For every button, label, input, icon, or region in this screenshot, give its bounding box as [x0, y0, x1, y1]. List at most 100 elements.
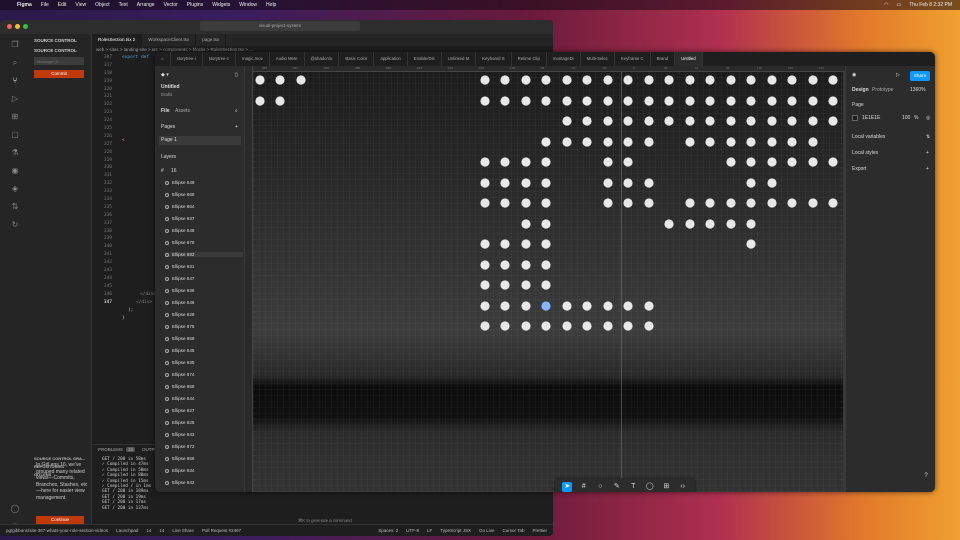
- ellipse[interactable]: [746, 219, 756, 229]
- ellipse[interactable]: [500, 75, 510, 85]
- remote-icon[interactable]: ▢: [10, 130, 20, 140]
- ellipse[interactable]: [623, 75, 633, 85]
- clock[interactable]: Thu Feb 8 2:32 PM: [909, 2, 952, 8]
- source-control-icon[interactable]: ⑂: [10, 76, 20, 86]
- layer-item[interactable]: Ellipse 643: [165, 432, 194, 437]
- ellipse[interactable]: [275, 96, 285, 106]
- canvas[interactable]: -384 -352 -320 -288 -256 -224 -192 -160 -128 -96-…: [245, 66, 845, 492]
- tab-page[interactable]: page.tsx: [196, 34, 227, 46]
- ellipse[interactable]: [541, 157, 551, 167]
- page-1[interactable]: Page 1: [159, 136, 241, 145]
- ellipse[interactable]: [500, 198, 510, 208]
- ellipse[interactable]: [787, 75, 797, 85]
- tab-design[interactable]: Design: [852, 87, 869, 93]
- status-cursor-tab[interactable]: Cursor Tab: [503, 528, 525, 533]
- ellipse[interactable]: [623, 116, 633, 126]
- status-go-live[interactable]: Go Live: [479, 528, 495, 533]
- ellipse[interactable]: [500, 178, 510, 188]
- ellipse[interactable]: [480, 75, 490, 85]
- menu-arrange[interactable]: Arrange: [137, 2, 155, 8]
- ellipse[interactable]: [582, 96, 592, 106]
- layer-item[interactable]: Ellipse 644: [165, 396, 194, 401]
- ellipse[interactable]: [623, 96, 633, 106]
- ellipse[interactable]: [541, 280, 551, 290]
- share-button[interactable]: Share: [910, 71, 930, 81]
- ellipse[interactable]: [623, 157, 633, 167]
- ellipse[interactable]: [726, 96, 736, 106]
- figma-tab[interactable]: Retime Clip: [512, 52, 547, 66]
- figma-tab[interactable]: Basic Color: [339, 52, 375, 66]
- ellipse[interactable]: [603, 321, 613, 331]
- ellipse[interactable]: [541, 137, 551, 147]
- ellipse[interactable]: [664, 116, 674, 126]
- code-lt[interactable]: <: [122, 138, 125, 143]
- ellipse[interactable]: [828, 116, 838, 126]
- pen-tool-icon[interactable]: ✎: [612, 482, 622, 492]
- ellipse[interactable]: [664, 96, 674, 106]
- layer-item[interactable]: Ellipse 631: [165, 264, 194, 269]
- ellipse[interactable]: [255, 96, 265, 106]
- ellipse[interactable]: [500, 239, 510, 249]
- ellipse[interactable]: [521, 280, 531, 290]
- ellipse[interactable]: [767, 96, 777, 106]
- actions-icon[interactable]: ⊞: [661, 482, 671, 492]
- ellipse[interactable]: [521, 219, 531, 229]
- ellipse[interactable]: [644, 96, 654, 106]
- layer-item[interactable]: Ellipse 635: [165, 360, 194, 365]
- ellipse[interactable]: [828, 96, 838, 106]
- dot-grid-frame[interactable]: [253, 72, 843, 492]
- live-share-icon[interactable]: ↻: [10, 220, 20, 230]
- ellipse[interactable]: [480, 157, 490, 167]
- testing-icon[interactable]: ⚗: [10, 148, 20, 158]
- figma-tab[interactable]: Untitled: [675, 52, 703, 66]
- ellipse[interactable]: [521, 321, 531, 331]
- code-close-paren[interactable]: );: [128, 308, 133, 313]
- extensions-icon[interactable]: ⊞: [10, 112, 20, 122]
- status-branch[interactable]: pg/gibbons/site-367-whats-your-role-sect…: [6, 528, 108, 533]
- figma-tab[interactable]: storytree-i: [171, 52, 203, 66]
- ellipse[interactable]: [480, 280, 490, 290]
- ellipse[interactable]: [541, 198, 551, 208]
- layer-item[interactable]: Ellipse 675: [165, 324, 194, 329]
- ellipse[interactable]: [500, 260, 510, 270]
- ellipse[interactable]: [582, 321, 592, 331]
- ellipse[interactable]: [644, 321, 654, 331]
- layer-item[interactable]: Ellipse 645: [165, 348, 194, 353]
- ellipse[interactable]: [603, 137, 613, 147]
- sidebar-subtitle[interactable]: SOURCE CONTROL: [34, 48, 77, 53]
- ellipse[interactable]: [521, 96, 531, 106]
- ellipse[interactable]: [787, 198, 797, 208]
- avatar[interactable]: ◉: [852, 72, 856, 78]
- ellipse[interactable]: [705, 137, 715, 147]
- zoom-window-button[interactable]: [23, 24, 28, 29]
- ellipse[interactable]: [582, 301, 592, 311]
- menu-object[interactable]: Object: [95, 2, 109, 8]
- menu-text[interactable]: Text: [119, 2, 128, 8]
- ellipse[interactable]: [562, 137, 572, 147]
- menu-help[interactable]: Help: [266, 2, 276, 8]
- ellipse[interactable]: [828, 157, 838, 167]
- zoom-level[interactable]: 1360%: [910, 87, 926, 93]
- layer-item[interactable]: Ellipse 649: [165, 180, 194, 185]
- ellipse[interactable]: [726, 116, 736, 126]
- ellipse[interactable]: [521, 75, 531, 85]
- ellipse[interactable]: [562, 75, 572, 85]
- ellipse[interactable]: [787, 157, 797, 167]
- layer-item[interactable]: Ellipse 682: [165, 252, 243, 257]
- file-name[interactable]: Untitled: [161, 84, 180, 90]
- status-prettier[interactable]: Prettier: [532, 528, 547, 533]
- ellipse[interactable]: [623, 198, 633, 208]
- ellipse[interactable]: [746, 96, 756, 106]
- ellipse[interactable]: [480, 260, 490, 270]
- local-variables[interactable]: Local variables: [852, 134, 885, 140]
- page-color-value[interactable]: 1E1E1E: [862, 115, 880, 121]
- eye-icon[interactable]: ◎: [926, 115, 930, 121]
- figma-tab[interactable]: Keyframe C: [615, 52, 651, 66]
- layer-item[interactable]: Ellipse 664: [165, 204, 194, 209]
- ellipse[interactable]: [623, 301, 633, 311]
- layer-item[interactable]: Ellipse 678: [165, 240, 194, 245]
- ellipse[interactable]: [746, 178, 756, 188]
- project-name[interactable]: Drafts: [161, 92, 172, 97]
- tab-prototype[interactable]: Prototype: [872, 87, 893, 93]
- status-live-share[interactable]: Live Share: [172, 528, 194, 533]
